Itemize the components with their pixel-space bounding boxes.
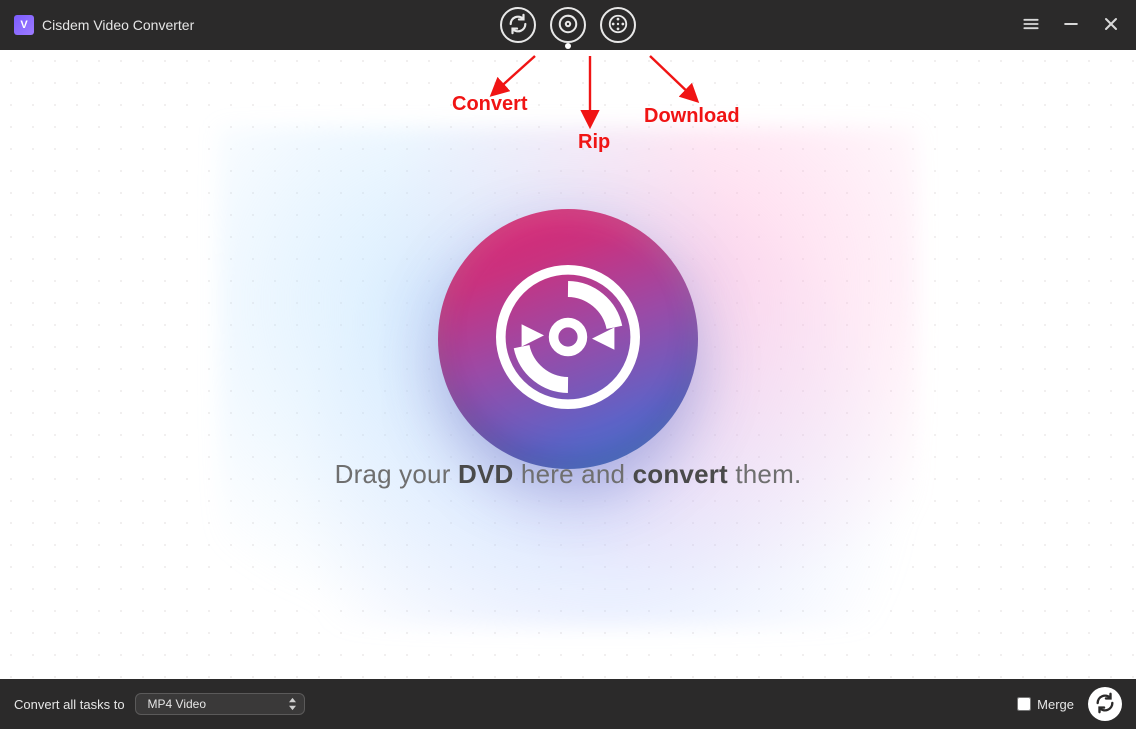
minimize-icon xyxy=(1061,14,1081,37)
disc-icon xyxy=(557,13,579,38)
app-icon: V xyxy=(14,15,34,35)
menu-button[interactable] xyxy=(1020,14,1042,36)
drag-text-mid: here and xyxy=(514,459,633,489)
drop-zone[interactable]: Drag your DVD here and convert them. Con… xyxy=(0,50,1136,679)
close-button[interactable] xyxy=(1100,14,1122,36)
app-title: Cisdem Video Converter xyxy=(42,17,194,33)
brand: V Cisdem Video Converter xyxy=(14,15,194,35)
merge-toggle[interactable]: Merge xyxy=(1017,697,1074,712)
select-stepper-icon xyxy=(288,697,297,711)
drag-text-convert: convert xyxy=(633,459,728,489)
drag-instruction: Drag your DVD here and convert them. xyxy=(0,459,1136,490)
titlebar: V Cisdem Video Converter xyxy=(0,0,1136,50)
convert-all-label: Convert all tasks to xyxy=(14,697,125,712)
start-convert-button[interactable] xyxy=(1088,687,1122,721)
convert-icon xyxy=(507,13,529,38)
hamburger-icon xyxy=(1021,14,1041,37)
merge-label: Merge xyxy=(1037,697,1074,712)
rip-tab[interactable] xyxy=(550,7,586,43)
convert-emblem xyxy=(438,209,698,469)
convert-action-icon xyxy=(1094,692,1116,717)
mode-tabs xyxy=(500,7,636,43)
film-reel-icon xyxy=(607,13,629,38)
drag-text-dvd: DVD xyxy=(458,459,514,489)
drag-text-prefix: Drag your xyxy=(335,459,458,489)
format-select-wrap: MP4 Video xyxy=(135,693,305,715)
format-select[interactable]: MP4 Video xyxy=(135,693,305,715)
footer-right: Merge xyxy=(1017,687,1122,721)
window-controls xyxy=(1020,14,1122,36)
footer-bar: Convert all tasks to MP4 Video Merge xyxy=(0,679,1136,729)
convert-tab[interactable] xyxy=(500,7,536,43)
close-icon xyxy=(1101,14,1121,37)
merge-checkbox[interactable] xyxy=(1017,697,1031,711)
cycle-arrows-icon xyxy=(488,257,648,422)
drag-text-suffix: them. xyxy=(728,459,801,489)
download-tab[interactable] xyxy=(600,7,636,43)
minimize-button[interactable] xyxy=(1060,14,1082,36)
